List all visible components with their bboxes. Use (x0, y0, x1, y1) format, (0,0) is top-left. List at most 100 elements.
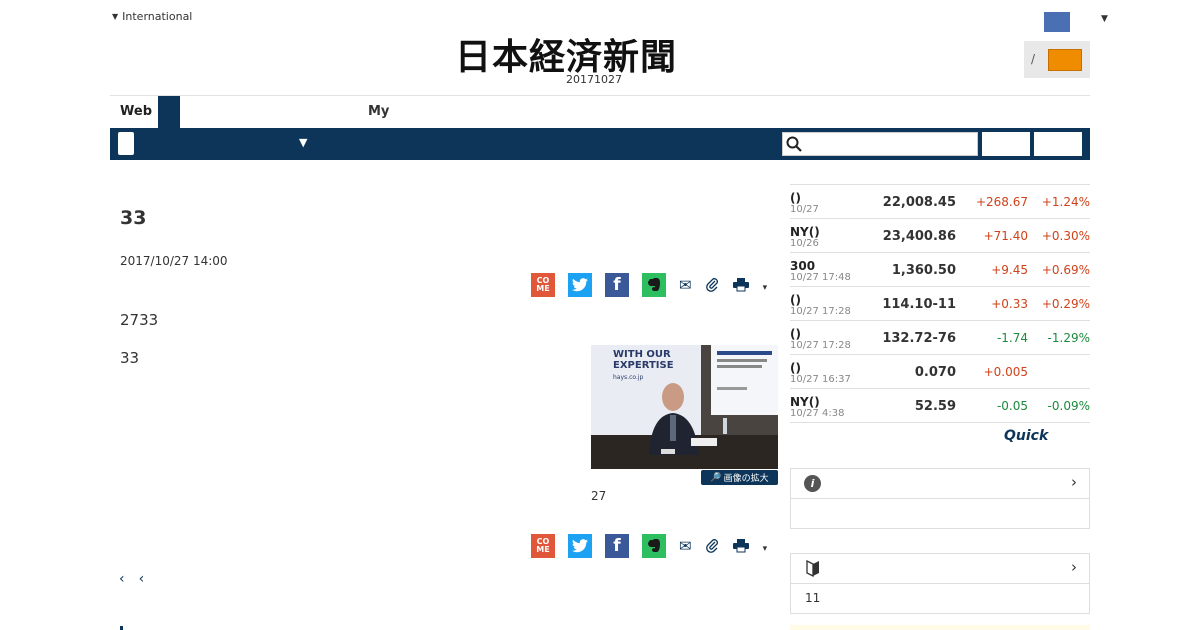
caret-down-icon: ▼ (112, 12, 119, 21)
market-name: () (790, 361, 801, 375)
beginner-box: › 11 (790, 553, 1090, 614)
info-box-header[interactable]: i › (791, 469, 1089, 499)
beginner-box-header[interactable]: › (791, 554, 1089, 584)
quick-logo[interactable]: Quick (1004, 428, 1048, 444)
twitter-bird-icon (572, 539, 588, 553)
come-share-icon[interactable]: CO ME (531, 273, 555, 297)
photo-banner-url: hays.co.jp (613, 374, 644, 381)
chevron-right-icon[interactable]: › (1071, 473, 1077, 491)
tab-my[interactable]: My (368, 104, 389, 119)
market-row[interactable]: () 10/27 17:28 132.72-76 -1.74 -1.29% (790, 320, 1090, 354)
market-date: 10/27 17:28 (790, 340, 851, 351)
market-table-bottom-line (790, 422, 1090, 423)
beginner-box-body: 11 (791, 584, 1089, 613)
market-row[interactable]: () 10/27 22,008.45 +268.67 +1.24% (790, 184, 1090, 218)
article-title: 33 (120, 207, 147, 229)
clip-icon[interactable] (705, 534, 719, 558)
come-share-icon[interactable]: CO ME (531, 534, 555, 558)
market-row[interactable]: () 10/27 17:28 114.10-11 +0.33 +0.29% (790, 286, 1090, 320)
market-change-pct: +0.69% (1041, 263, 1090, 277)
advanced-search-button[interactable] (1034, 132, 1082, 156)
article-pager: ‹ ‹ (119, 571, 144, 587)
market-change: +0.33 (991, 297, 1028, 311)
twitter-icon[interactable] (568, 273, 592, 297)
promo-strip (790, 625, 1090, 630)
article-paragraph-2: 33 (120, 349, 140, 367)
edition-date: 20171027 (566, 73, 622, 86)
print-icon[interactable] (732, 273, 749, 297)
info-icon: i (804, 475, 821, 492)
twitter-icon[interactable] (568, 534, 592, 558)
paperclip-icon (705, 539, 718, 553)
market-row[interactable]: () 10/27 16:37 0.070 +0.005 (790, 354, 1090, 388)
printer-icon (732, 539, 749, 553)
market-row[interactable]: 300 10/27 17:48 1,360.50 +9.45 +0.69% (790, 252, 1090, 286)
search-button[interactable] (982, 132, 1030, 156)
tab-web[interactable]: Web (120, 104, 152, 119)
search-icon[interactable] (786, 136, 802, 152)
print-icon[interactable] (732, 534, 749, 558)
article-photo[interactable]: WITH OUR EXPERTISE hays.co.jp (591, 345, 778, 469)
evernote-elephant-icon (648, 278, 660, 291)
facebook-icon[interactable]: f (605, 273, 629, 297)
beginner-mark-icon (806, 559, 820, 581)
market-row[interactable]: NY() 10/27 4:38 52.59 -0.05 -0.09% (790, 388, 1090, 422)
share-bar-top: CO ME f ✉ ▾ (531, 273, 767, 297)
photo-banner-line1: WITH OUR (613, 349, 671, 360)
article-timestamp: 2017/10/27 14:00 (120, 254, 228, 268)
mail-icon[interactable]: ✉ (679, 534, 692, 558)
article-paragraph-1: 2733 (120, 311, 159, 329)
market-change: -0.05 (996, 399, 1028, 413)
market-change: +268.67 (975, 195, 1028, 209)
mail-icon[interactable]: ✉ (679, 273, 692, 297)
market-date: 10/27 (790, 204, 819, 215)
user-avatar[interactable] (1044, 12, 1070, 32)
nav-dropdown-arrow-icon[interactable]: ▼ (299, 136, 307, 149)
market-value: 52.59 (914, 399, 956, 414)
market-change: -1.74 (996, 331, 1028, 345)
prev-article-icon[interactable]: ‹ (139, 571, 145, 587)
tab-active-indicator[interactable] (158, 96, 180, 128)
twitter-bird-icon (572, 278, 588, 292)
market-date: 10/26 (790, 238, 819, 249)
market-name: 300 (790, 259, 816, 273)
market-table: () 10/27 22,008.45 +268.67 +1.24% NY() 10/26 23… (790, 184, 1090, 423)
facebook-icon[interactable]: f (605, 534, 629, 558)
market-change-pct: +1.24% (1041, 195, 1090, 209)
magnifier-icon: 🔎 (710, 472, 722, 483)
market-name: NY() (790, 395, 820, 409)
evernote-icon[interactable] (642, 273, 666, 297)
market-name: () (790, 327, 801, 341)
international-label: International (122, 10, 193, 23)
market-change-pct: +0.30% (1041, 229, 1090, 243)
share-more-caret-icon[interactable]: ▾ (763, 544, 768, 554)
account-caret-icon[interactable]: ▼ (1101, 14, 1108, 24)
evernote-icon[interactable] (642, 534, 666, 558)
share-bar-bottom: CO ME f ✉ ▾ (531, 534, 767, 558)
market-date: 10/27 4:38 (790, 408, 845, 419)
photo-caption: 27 (591, 489, 607, 503)
beginner-box-text[interactable]: 11 (805, 591, 820, 605)
login-separator: / (1031, 52, 1036, 66)
international-dropdown[interactable]: ▼ International (112, 10, 192, 23)
market-name: NY() (790, 225, 820, 239)
market-change: +9.45 (991, 263, 1028, 277)
nav-menu-button[interactable] (118, 132, 134, 155)
prev-page-icon[interactable]: ‹ (119, 571, 125, 587)
zoom-label: 画像の拡大 (723, 474, 769, 484)
market-row[interactable]: NY() 10/26 23,400.86 +71.40 +0.30% (790, 218, 1090, 252)
market-value: 132.72-76 (882, 331, 956, 346)
chevron-right-icon[interactable]: › (1071, 558, 1077, 576)
search-input[interactable] (782, 132, 978, 156)
market-value: 23,400.86 (882, 229, 956, 244)
market-name: () (790, 191, 801, 205)
share-more-caret-icon[interactable]: ▾ (763, 283, 768, 293)
info-box-body (791, 499, 1089, 528)
section-marker (120, 626, 123, 630)
info-box: i › (790, 468, 1090, 529)
market-change: +71.40 (983, 229, 1028, 243)
subscribe-button[interactable] (1048, 49, 1082, 71)
clip-icon[interactable] (705, 273, 719, 297)
zoom-image-button[interactable]: 🔎 画像の拡大 (701, 470, 778, 485)
market-value: 1,360.50 (891, 263, 956, 278)
